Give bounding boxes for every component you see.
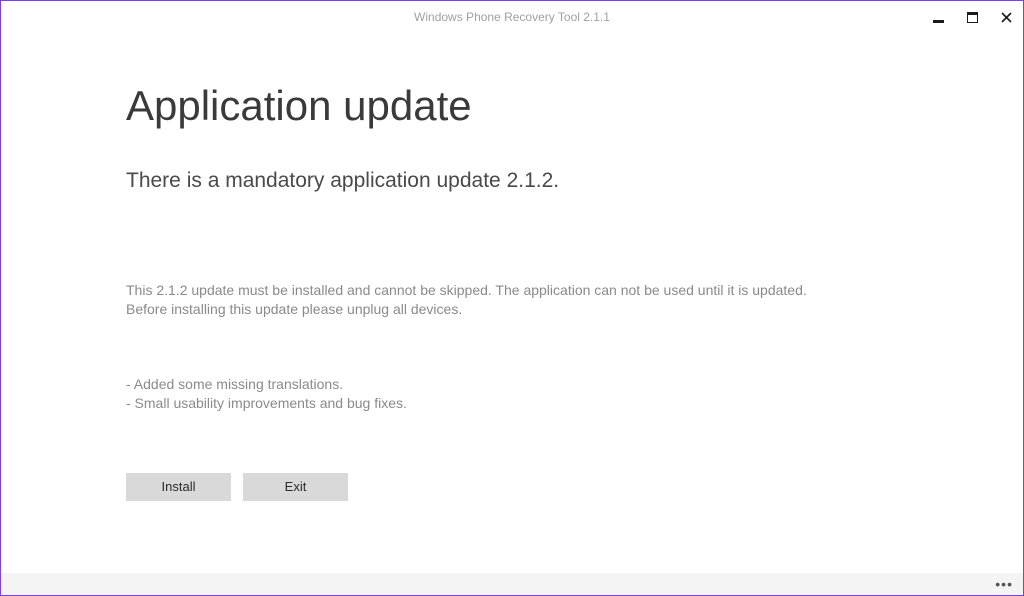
- titlebar: Windows Phone Recovery Tool 2.1.1: [1, 1, 1023, 33]
- window-title: Windows Phone Recovery Tool 2.1.1: [414, 10, 610, 24]
- install-button[interactable]: Install: [126, 473, 231, 501]
- changelog: - Added some missing translations. - Sma…: [126, 375, 898, 413]
- footer-bar: •••: [1, 573, 1023, 595]
- minimize-icon: [933, 12, 944, 23]
- close-icon: [1001, 12, 1012, 23]
- body-line-1: This 2.1.2 update must be installed and …: [126, 281, 898, 300]
- window-controls: [921, 1, 1023, 33]
- main-content: Application update There is a mandatory …: [1, 33, 1023, 501]
- exit-button[interactable]: Exit: [243, 473, 348, 501]
- button-row: Install Exit: [126, 473, 898, 501]
- more-icon[interactable]: •••: [995, 577, 1013, 591]
- maximize-icon: [967, 12, 978, 23]
- changelog-line-2: - Small usability improvements and bug f…: [126, 394, 898, 413]
- body-line-2: Before installing this update please unp…: [126, 300, 898, 319]
- update-body: This 2.1.2 update must be installed and …: [126, 281, 898, 319]
- close-button[interactable]: [989, 1, 1023, 33]
- changelog-line-1: - Added some missing translations.: [126, 375, 898, 394]
- minimize-button[interactable]: [921, 1, 955, 33]
- update-subheading: There is a mandatory application update …: [126, 169, 898, 193]
- maximize-button[interactable]: [955, 1, 989, 33]
- page-title: Application update: [126, 83, 898, 129]
